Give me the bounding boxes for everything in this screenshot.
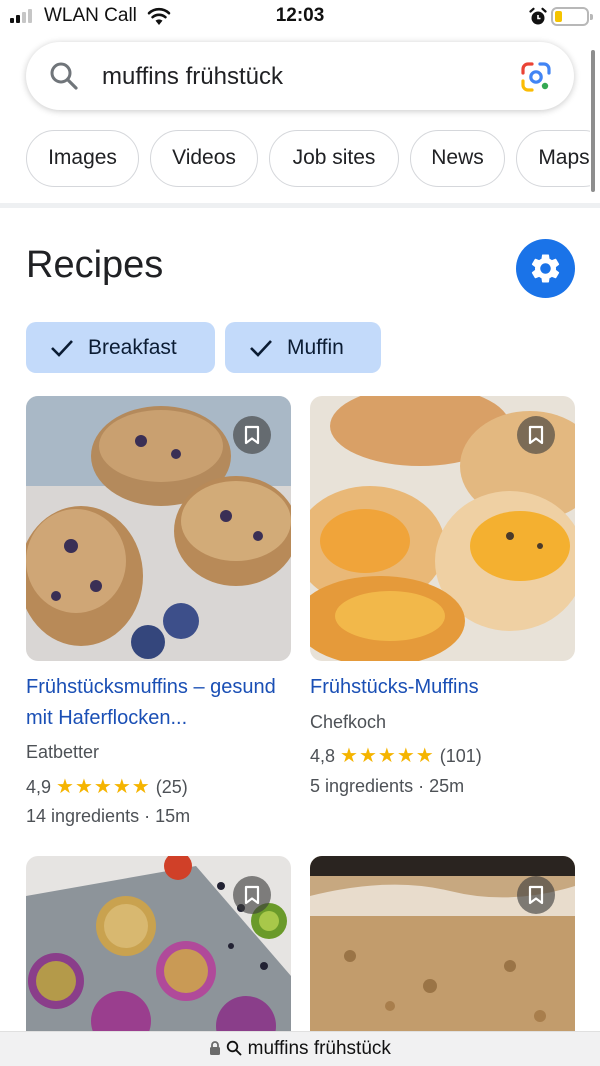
chip-maps[interactable]: Maps (516, 130, 590, 187)
recipe-card[interactable]: Frühstücks-Muffins Chefkoch 4,8 ★★★★★ (1… (310, 396, 580, 836)
search-icon[interactable] (48, 60, 80, 92)
scrollbar[interactable] (591, 50, 595, 192)
recipe-rating: 4,9 ★★★★★ (25) (26, 774, 188, 799)
recipe-image[interactable] (310, 396, 575, 661)
address-bar[interactable]: muffins frühstück (0, 1031, 600, 1066)
review-count: (25) (155, 777, 188, 797)
recipe-card[interactable] (26, 856, 296, 1036)
rating-stars: ★★★★★ (56, 776, 151, 798)
google-lens-icon[interactable] (520, 61, 552, 93)
recipe-title[interactable]: Frühstücks-Muffins (310, 672, 580, 703)
recipe-image[interactable] (26, 856, 291, 1036)
search-icon (227, 1040, 242, 1056)
bookmark-icon (528, 885, 544, 905)
recipe-image[interactable] (310, 856, 575, 1036)
filter-label: Breakfast (88, 336, 177, 359)
status-bar: WLAN Call 12:03 (0, 0, 600, 34)
recipe-source: Eatbetter (26, 742, 100, 762)
alarm-icon (529, 7, 547, 25)
recipes-heading: Recipes (26, 244, 164, 286)
clock: 12:03 (275, 5, 325, 26)
chip-job-sites[interactable]: Job sites (269, 130, 399, 187)
bookmark-button[interactable] (517, 416, 555, 454)
chip-videos[interactable]: Videos (150, 130, 258, 187)
chip-images[interactable]: Images (26, 130, 139, 187)
filter-label: Muffin (287, 336, 344, 359)
search-type-chips: Images Videos Job sites News Maps (0, 130, 590, 188)
address-bar-content[interactable]: muffins frühstück (0, 1038, 600, 1060)
recipe-details: 5 ingredients · 25m (310, 776, 465, 796)
rating-value: 4,9 (26, 777, 52, 797)
bookmark-icon (528, 425, 544, 445)
rating-value: 4,8 (310, 746, 336, 766)
filter-muffin[interactable]: Muffin (225, 322, 381, 373)
bookmark-button[interactable] (233, 416, 271, 454)
bookmark-button[interactable] (517, 876, 555, 914)
checkmark-icon (51, 340, 73, 357)
rating-stars: ★★★★★ (340, 745, 435, 767)
review-count: (101) (439, 746, 482, 766)
address-text: muffins frühstück (247, 1038, 391, 1059)
bookmark-icon (244, 885, 260, 905)
recipe-details: 14 ingredients · 15m (26, 806, 191, 826)
divider (0, 203, 600, 208)
recipe-card[interactable] (310, 856, 580, 1036)
lock-icon (210, 1041, 221, 1055)
recipe-title[interactable]: Frühstücksmuffins – gesund mit Haferfloc… (26, 672, 296, 734)
recipe-card[interactable]: Frühstücksmuffins – gesund mit Haferfloc… (26, 396, 296, 836)
recipe-rating: 4,8 ★★★★★ (101) (310, 743, 482, 768)
bookmark-icon (244, 425, 260, 445)
search-input[interactable]: muffins frühstück (102, 63, 283, 91)
search-box[interactable]: muffins frühstück (26, 42, 574, 110)
battery-icon (551, 7, 593, 26)
browser-screen: { "status_bar": { "carrier": "WLAN Call"… (0, 0, 600, 1066)
settings-gear-icon (531, 254, 560, 283)
bookmark-button[interactable] (233, 876, 271, 914)
filter-breakfast[interactable]: Breakfast (26, 322, 215, 373)
checkmark-icon (250, 340, 272, 357)
recipe-source: Chefkoch (310, 712, 387, 732)
recipe-image[interactable] (26, 396, 291, 661)
recipe-settings-button[interactable] (516, 239, 575, 298)
chip-news[interactable]: News (410, 130, 505, 187)
